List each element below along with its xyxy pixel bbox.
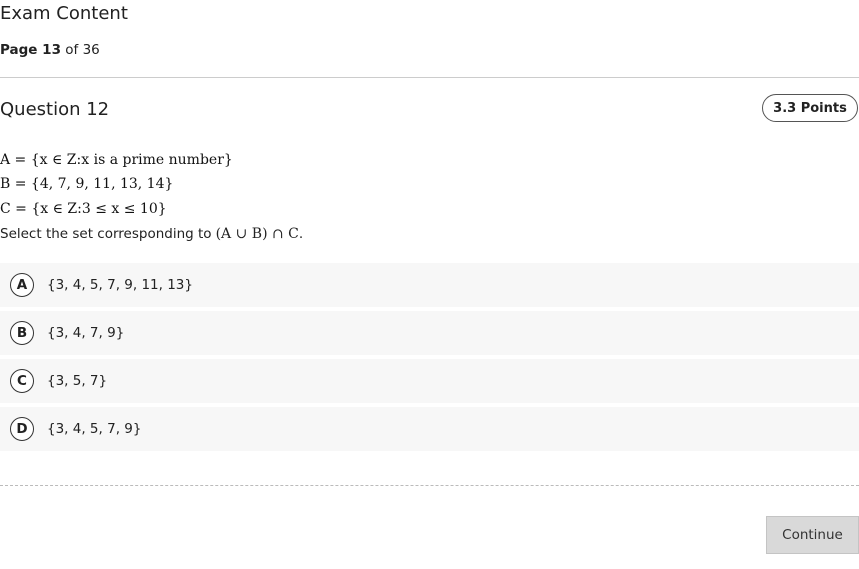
page-total: of 36	[65, 42, 100, 58]
option-text-c: {3, 5, 7}	[47, 373, 108, 389]
page-indicator: Page 13 of 36	[0, 42, 100, 58]
answer-option-b[interactable]: B {3, 4, 7, 9}	[0, 311, 859, 355]
option-letter-d: D	[10, 417, 34, 441]
option-text-a: {3, 4, 5, 7, 9, 11, 13}	[47, 277, 193, 293]
set-definition-b: B = {4, 7, 9, 11, 13, 14}	[0, 176, 174, 192]
option-text-d: {3, 4, 5, 7, 9}	[47, 421, 142, 437]
answer-option-a[interactable]: A {3, 4, 5, 7, 9, 11, 13}	[0, 263, 859, 307]
header-divider	[0, 77, 859, 78]
prompt-text: Select the set corresponding to	[0, 226, 212, 242]
option-letter-a: A	[10, 273, 34, 297]
option-letter-c: C	[10, 369, 34, 393]
footer-divider	[0, 485, 859, 486]
question-title: Question 12	[0, 99, 110, 120]
page-label: Page 13	[0, 42, 61, 58]
prompt-end: .	[298, 226, 304, 242]
prompt-expression: (A ∪ B) ∩ C	[215, 226, 299, 242]
continue-button[interactable]: Continue	[766, 516, 859, 554]
set-definition-c: C = {x ∈ Z:3 ≤ x ≤ 10}	[0, 201, 167, 217]
page-number: 13	[42, 42, 61, 58]
option-text-b: {3, 4, 7, 9}	[47, 325, 125, 341]
points-badge: 3.3 Points	[762, 94, 858, 122]
option-letter-b: B	[10, 321, 34, 345]
answer-option-d[interactable]: D {3, 4, 5, 7, 9}	[0, 407, 859, 451]
set-definition-a: A = {x ∈ Z:x is a prime number}	[0, 152, 233, 168]
question-prompt: Select the set corresponding to (A ∪ B) ∩…	[0, 226, 303, 242]
exam-title: Exam Content	[0, 3, 128, 24]
answer-option-c[interactable]: C {3, 5, 7}	[0, 359, 859, 403]
